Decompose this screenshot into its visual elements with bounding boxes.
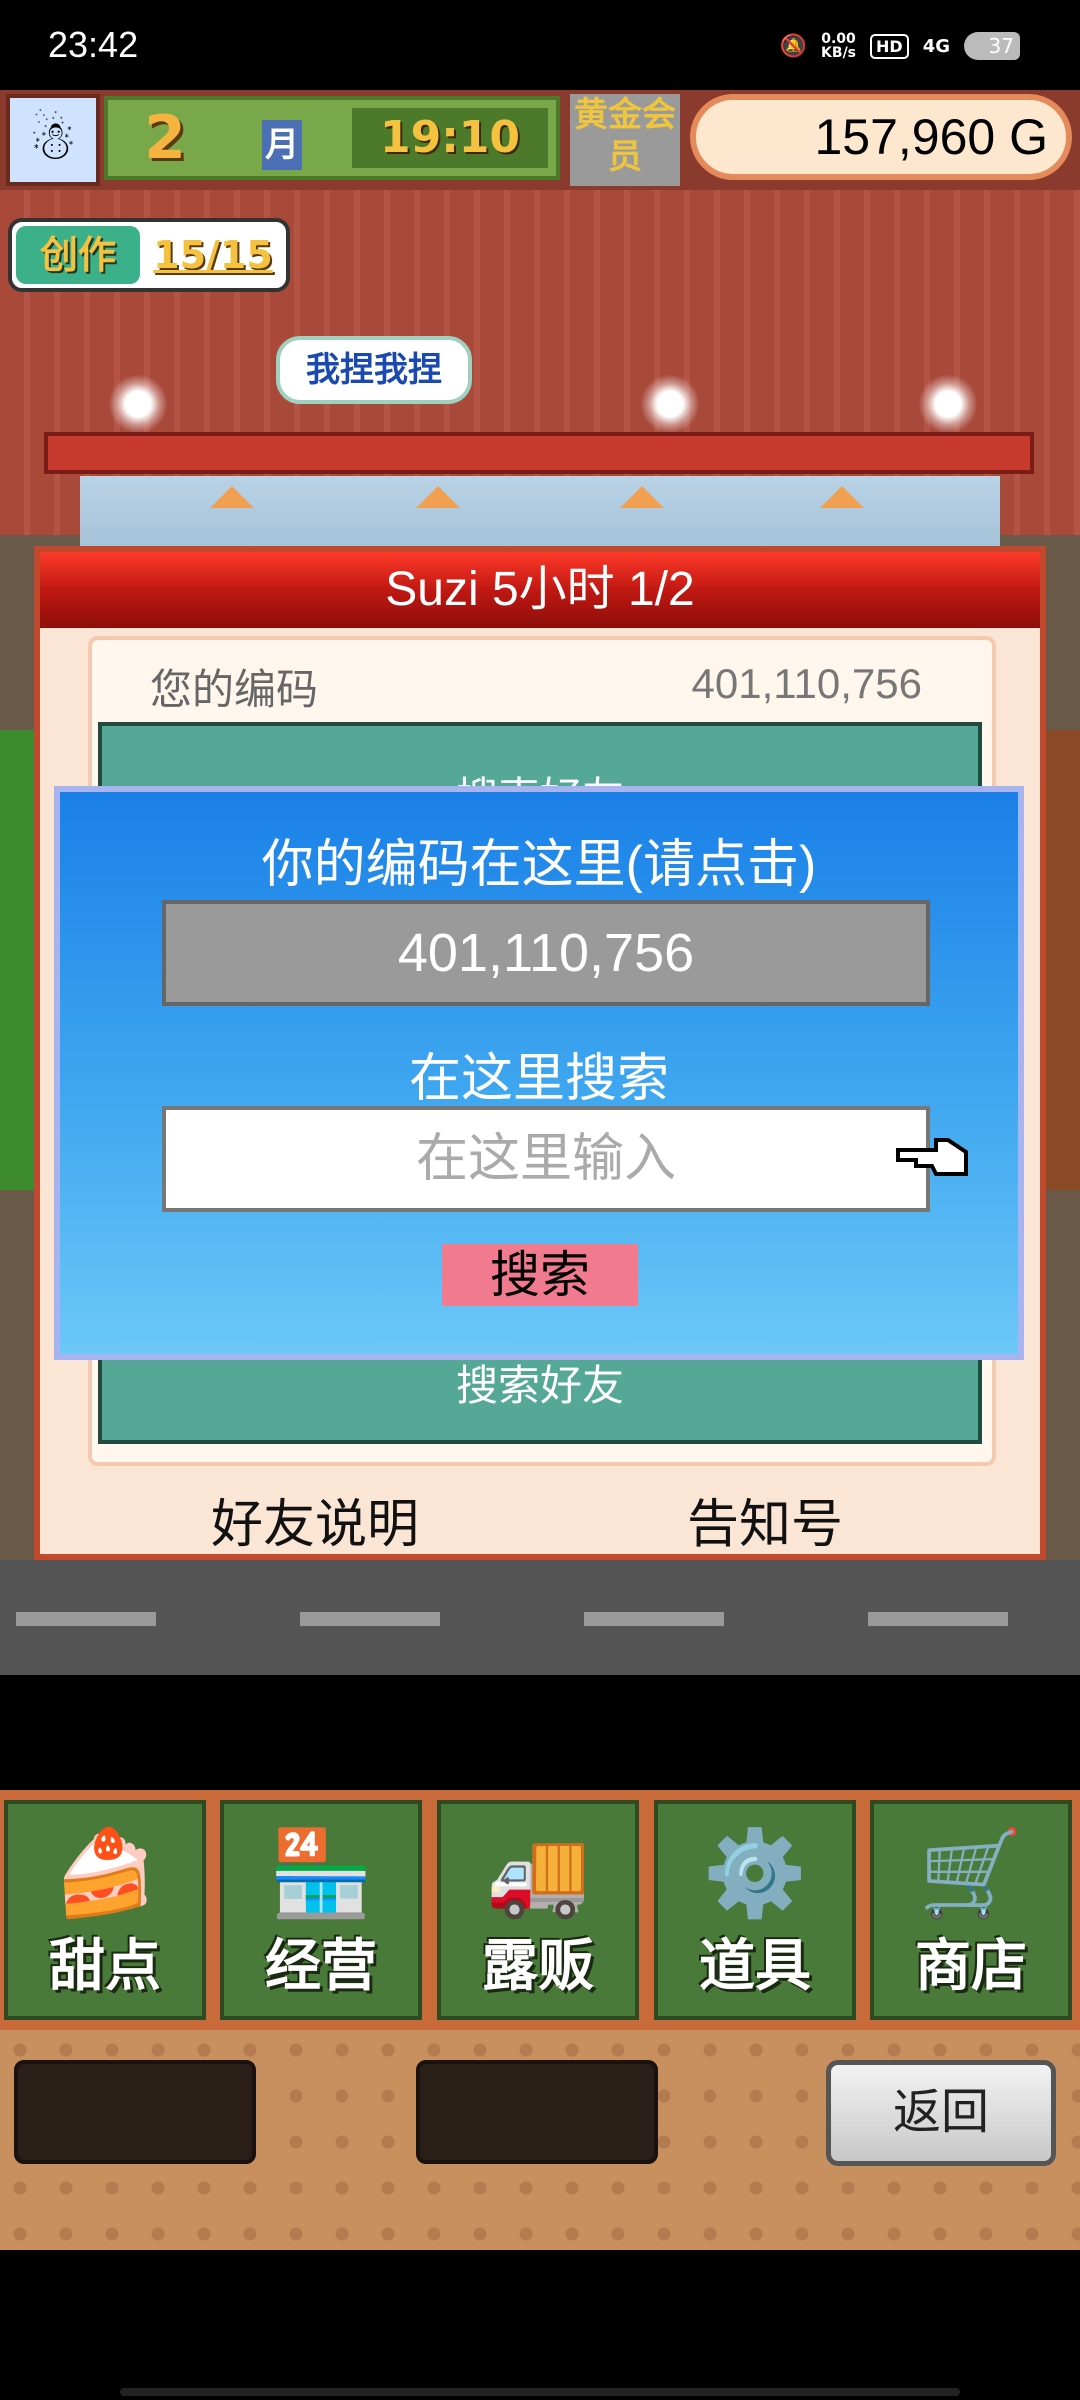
speech-bubble[interactable]: 我捏我捏 xyxy=(276,336,472,404)
empty-slot xyxy=(416,2060,658,2164)
cake-icon: 🍰 xyxy=(52,1824,158,1922)
battery-level: 37 xyxy=(988,34,1014,58)
search-label: 在这里搜索 xyxy=(408,1049,669,1109)
building-edge xyxy=(1044,730,1080,1190)
month-label: 月 xyxy=(262,120,302,170)
shopping-cart-icon: 🛒 xyxy=(918,1824,1024,1922)
nav-label: 经营 xyxy=(265,1934,377,1999)
pointing-hand-icon xyxy=(896,1138,968,1176)
net-speed-value: 0.00 xyxy=(821,31,856,47)
nav-label: 道具 xyxy=(699,1934,811,1999)
mute-icon: 🔕 xyxy=(779,33,808,59)
empty-slot xyxy=(14,2060,256,2164)
network-type: 4G xyxy=(922,35,950,57)
battery-icon: 37 xyxy=(964,32,1020,60)
lamp-icon xyxy=(640,374,700,434)
awning-light xyxy=(820,486,864,508)
lamp-icon xyxy=(918,374,978,434)
nav-label: 露贩 xyxy=(482,1934,594,1999)
lamp-icon xyxy=(108,374,168,434)
road-marking xyxy=(16,1612,156,1626)
game-time: 19:10 xyxy=(352,108,548,168)
status-bar: 23:42 🔕 0.00 KB/s HD 4G 37 xyxy=(0,0,1080,90)
nav-manage[interactable]: 🏪 经营 xyxy=(220,1800,422,2020)
search-friend-button[interactable]: 搜索好友 xyxy=(98,1352,982,1413)
notice-number-button[interactable]: 告知号 xyxy=(650,1482,880,1557)
hd-badge: HD xyxy=(870,33,909,59)
panel-title: Suzi 5小时 1/2 xyxy=(40,552,1040,628)
gesture-bar[interactable] xyxy=(120,2388,960,2396)
awning-light xyxy=(210,486,254,508)
screen: 23:42 🔕 0.00 KB/s HD 4G 37 ☃ 2 月 19:10 黄… xyxy=(0,0,1080,2400)
food-truck-icon: 🚚 xyxy=(485,1824,591,1922)
your-code-label: 您的编码 xyxy=(150,666,319,713)
snowman-icon: ☃ xyxy=(28,108,78,172)
status-time: 23:42 xyxy=(48,24,139,65)
status-icons: 🔕 0.00 KB/s HD 4G 37 xyxy=(780,26,1020,66)
avatar[interactable]: ☃ xyxy=(6,94,100,186)
nav-label: 甜点 xyxy=(49,1934,161,1999)
search-input[interactable]: 在这里输入 xyxy=(162,1106,930,1212)
black-gap xyxy=(0,1675,1080,1790)
craft-count: 15/15 xyxy=(153,233,273,277)
awning-light xyxy=(620,486,664,508)
gold-member-badge[interactable]: 黄金会员 xyxy=(570,94,680,186)
nav-store[interactable]: 🛒 商店 xyxy=(870,1800,1072,2020)
back-button[interactable]: 返回 xyxy=(826,2060,1056,2166)
your-code-value: 401,110,756 xyxy=(691,660,922,707)
road-marking xyxy=(300,1612,440,1626)
road-marking xyxy=(868,1612,1008,1626)
shop-icon: 🏪 xyxy=(268,1824,374,1922)
tree xyxy=(0,730,36,1190)
craft-badge[interactable]: 创作 15/15 xyxy=(8,218,290,292)
net-speed-unit: KB/s xyxy=(821,45,857,61)
road-marking xyxy=(584,1612,724,1626)
month-number: 2 xyxy=(130,105,200,171)
dialog-title: 你的编码在这里(请点击) xyxy=(261,836,817,894)
awning xyxy=(44,432,1034,474)
items-icon: ⚙️ xyxy=(702,1824,808,1922)
awning-light xyxy=(416,486,460,508)
nav-dessert[interactable]: 🍰 甜点 xyxy=(4,1800,206,2020)
nav-items[interactable]: ⚙️ 道具 xyxy=(654,1800,856,2020)
my-code-field[interactable]: 401,110,756 xyxy=(162,900,930,1006)
nav-stall[interactable]: 🚚 露贩 xyxy=(437,1800,639,2020)
craft-label: 创作 xyxy=(16,226,140,284)
search-button[interactable]: 搜索 xyxy=(442,1244,638,1306)
gold-amount: 157,960 G xyxy=(690,94,1072,180)
nav-label: 商店 xyxy=(915,1934,1027,1999)
net-speed: 0.00 KB/s xyxy=(821,32,856,60)
friend-help-button[interactable]: 好友说明 xyxy=(200,1482,430,1557)
